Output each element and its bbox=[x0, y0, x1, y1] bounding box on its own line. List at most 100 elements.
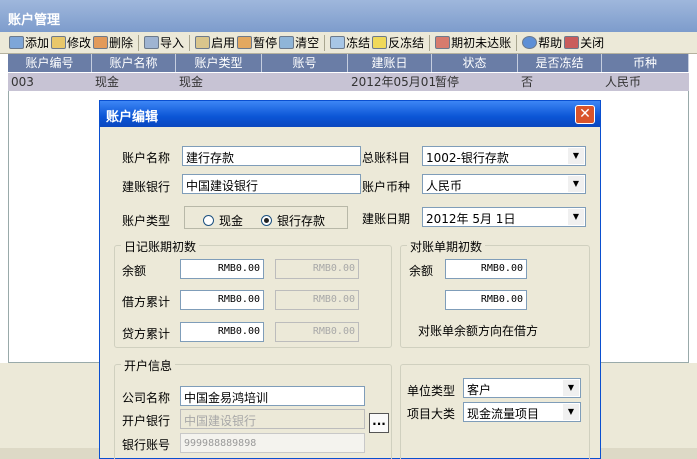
toolbar-divider bbox=[516, 34, 518, 51]
toolbar: 添加 修改 删除 导入 启用 暂停 清空 冻结 反冻结 期初未达账 帮助 关闭 bbox=[0, 32, 697, 54]
credit-total-label: 贷方累计 bbox=[122, 327, 171, 341]
unit-type-select[interactable]: 客户 ▼ bbox=[463, 378, 581, 398]
unit-type-value: 客户 bbox=[467, 383, 492, 397]
dialog-title-bar: 账户编辑 ✕ bbox=[100, 101, 600, 127]
import-button[interactable]: 导入 bbox=[143, 33, 185, 53]
currency-value: 人民币 bbox=[426, 179, 463, 193]
cell: 暂停 bbox=[435, 75, 460, 89]
column-header[interactable]: 币种 bbox=[602, 54, 689, 72]
company-name-field[interactable]: 中国金易鸿培训 bbox=[180, 386, 365, 406]
open-info-title: 开户信息 bbox=[121, 357, 176, 374]
clear-icon bbox=[279, 36, 295, 49]
statement-initial-title: 对账单期初数 bbox=[407, 238, 486, 255]
edit-icon bbox=[51, 36, 67, 49]
browse-bank-button[interactable]: ... bbox=[369, 413, 389, 433]
open-date-label: 建账日期 bbox=[362, 212, 411, 226]
delete-button[interactable]: 删除 bbox=[92, 33, 134, 53]
clear-button[interactable]: 清空 bbox=[278, 33, 320, 53]
column-header[interactable]: 账户名称 bbox=[92, 54, 176, 72]
account-type-label: 账户类型 bbox=[122, 214, 171, 228]
pause-icon bbox=[237, 36, 253, 49]
dialog-body: 账户名称 建行存款 总账科目 1002-银行存款 ▼ 建账银行 中国建设银行 账户… bbox=[100, 128, 600, 459]
account-type-radio-group: 现金 银行存款 bbox=[184, 206, 348, 229]
radio-selected-icon bbox=[261, 215, 272, 226]
bank-account-label: 银行账号 bbox=[122, 438, 171, 452]
column-header[interactable]: 账户类型 bbox=[176, 54, 262, 72]
chevron-down-icon: ▼ bbox=[563, 404, 579, 420]
cell: 003 bbox=[11, 75, 34, 89]
balance-field[interactable]: RMB0.00 bbox=[180, 259, 264, 279]
gl-account-value: 1002-银行存款 bbox=[426, 151, 509, 165]
pause-button[interactable]: 暂停 bbox=[236, 33, 278, 53]
credit-secondary-field: RMB0.00 bbox=[275, 322, 359, 342]
delete-icon bbox=[93, 36, 109, 49]
edit-button[interactable]: 修改 bbox=[50, 33, 92, 53]
debit-total-field[interactable]: RMB0.00 bbox=[180, 290, 264, 310]
open-bank-field: 中国建设银行 bbox=[180, 409, 365, 429]
project-category-label: 项目大类 bbox=[407, 407, 456, 421]
cell: 人民币 bbox=[605, 75, 642, 89]
column-header[interactable]: 账号 bbox=[262, 54, 348, 72]
table-row[interactable]: 003 现金 现金 2012年05月01 暂停 否 人民币 bbox=[8, 73, 689, 91]
cell bbox=[262, 73, 348, 91]
initial-unreconciled-button[interactable]: 期初未达账 bbox=[434, 33, 512, 53]
enable-icon bbox=[195, 36, 211, 49]
bank-label: 建账银行 bbox=[122, 180, 171, 194]
open-date-picker[interactable]: 2012年 5月 1日 ▼ bbox=[422, 207, 586, 227]
gl-account-select[interactable]: 1002-银行存款 ▼ bbox=[422, 146, 586, 166]
toolbar-divider bbox=[138, 34, 140, 51]
currency-label: 账户币种 bbox=[362, 180, 411, 194]
enable-button[interactable]: 启用 bbox=[194, 33, 236, 53]
help-icon bbox=[522, 36, 538, 49]
account-edit-dialog: 账户编辑 ✕ 账户名称 建行存款 总账科目 1002-银行存款 ▼ 建账银行 中国… bbox=[99, 100, 601, 459]
statement-balance-field-2[interactable]: RMB0.00 bbox=[445, 290, 527, 310]
help-button[interactable]: 帮助 bbox=[521, 33, 563, 53]
freeze-icon bbox=[330, 36, 346, 49]
currency-select[interactable]: 人民币 ▼ bbox=[422, 174, 586, 194]
radio-cash[interactable]: 现金 bbox=[203, 212, 243, 229]
toolbar-divider bbox=[324, 34, 326, 51]
open-bank-label: 开户银行 bbox=[122, 414, 171, 428]
cell: 否 bbox=[521, 75, 534, 89]
gl-account-label: 总账科目 bbox=[362, 151, 411, 165]
column-header[interactable]: 是否冻结 bbox=[518, 54, 602, 72]
journal-initial-title: 日记账期初数 bbox=[121, 238, 200, 255]
project-category-select[interactable]: 现金流量项目 ▼ bbox=[463, 402, 581, 422]
credit-total-field[interactable]: RMB0.00 bbox=[180, 322, 264, 342]
toolbar-divider bbox=[189, 34, 191, 51]
column-header[interactable]: 状态 bbox=[432, 54, 518, 72]
account-name-label: 账户名称 bbox=[122, 151, 171, 165]
close-button[interactable]: 关闭 bbox=[563, 33, 605, 53]
debit-total-label: 借方累计 bbox=[122, 295, 171, 309]
chevron-down-icon: ▼ bbox=[568, 176, 584, 192]
project-category-value: 现金流量项目 bbox=[467, 407, 540, 421]
balance-label: 余额 bbox=[122, 264, 147, 278]
open-date-value: 2012年 5月 1日 bbox=[426, 212, 516, 226]
freeze-button[interactable]: 冻结 bbox=[329, 33, 371, 53]
radio-bank-deposit[interactable]: 银行存款 bbox=[261, 212, 325, 229]
chevron-down-icon: ▼ bbox=[568, 148, 584, 164]
chevron-down-icon: ▼ bbox=[568, 209, 584, 225]
close-icon bbox=[564, 36, 580, 49]
account-name-field[interactable]: 建行存款 bbox=[182, 146, 361, 166]
balance-secondary-field: RMB0.00 bbox=[275, 259, 359, 279]
cell: 现金 bbox=[179, 75, 204, 89]
column-header[interactable]: 建账日 bbox=[348, 54, 432, 72]
unfreeze-button[interactable]: 反冻结 bbox=[371, 33, 425, 53]
add-button[interactable]: 添加 bbox=[8, 33, 50, 53]
cell: 2012年05月01 bbox=[351, 75, 437, 89]
ledger-icon bbox=[435, 36, 451, 49]
statement-balance-label: 余额 bbox=[409, 264, 434, 278]
chevron-down-icon: ▼ bbox=[563, 380, 579, 396]
column-header[interactable]: 账户编号 bbox=[8, 54, 92, 72]
statement-balance-field[interactable]: RMB0.00 bbox=[445, 259, 527, 279]
import-icon bbox=[144, 36, 160, 49]
bank-account-field: 999988889898 bbox=[180, 433, 365, 453]
radio-icon bbox=[203, 215, 214, 226]
grid-header: 账户编号 账户名称 账户类型 账号 建账日 状态 是否冻结 币种 bbox=[8, 54, 689, 72]
dialog-title: 账户编辑 bbox=[106, 110, 159, 125]
bank-field[interactable]: 中国建设银行 bbox=[182, 174, 361, 194]
window-title: 账户管理 bbox=[0, 0, 697, 32]
dialog-close-button[interactable]: ✕ bbox=[575, 105, 595, 124]
unit-type-label: 单位类型 bbox=[407, 384, 456, 398]
